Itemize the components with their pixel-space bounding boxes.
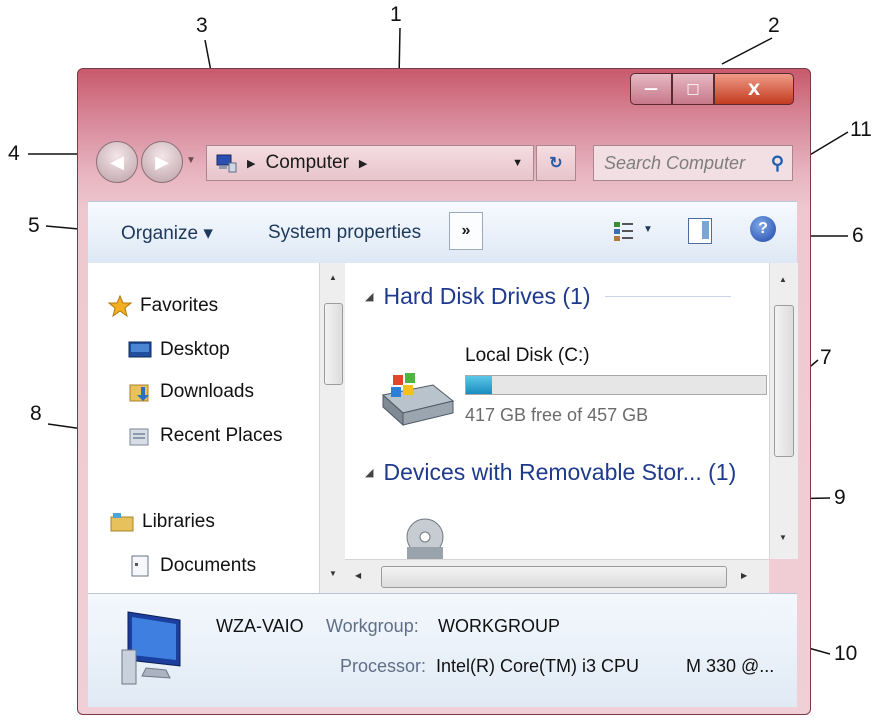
minimize-button[interactable]: — (630, 73, 672, 105)
content-scrollbar[interactable]: ▲ ▼ (769, 263, 798, 559)
content-pane: ◢ Hard Disk Drives (1) Local Disk (C:) 4… (345, 263, 769, 559)
callout-2: 2 (768, 14, 780, 37)
star-icon (107, 294, 133, 318)
maximize-button[interactable]: □ (672, 73, 714, 105)
scroll-up-icon[interactable]: ▲ (329, 273, 337, 282)
navigation-pane: Favorites Desktop Downloads Recent Place… (88, 263, 319, 593)
refresh-button[interactable]: ↻ (536, 145, 576, 181)
drive-free-space: 417 GB free of 457 GB (465, 405, 649, 425)
drive-usage-bar (465, 375, 767, 395)
command-bar: Organize ▾ System properties » ▼ ? (88, 201, 797, 265)
callout-11: 11 (850, 118, 872, 141)
scrollbar-thumb[interactable] (381, 566, 727, 588)
change-view-icon[interactable] (613, 220, 635, 242)
workgroup-label: Workgroup: (326, 616, 419, 636)
horizontal-scrollbar[interactable]: ◀ ▶ (345, 559, 769, 594)
nav-label: Favorites (140, 295, 219, 316)
nav-item-downloads[interactable]: Downloads (128, 381, 254, 403)
scroll-down-icon[interactable]: ▼ (329, 569, 337, 578)
callout-3: 3 (196, 14, 208, 37)
desktop-icon (128, 339, 152, 361)
breadcrumb-computer[interactable]: Computer (265, 152, 348, 174)
details-pane: WZA-VAIO Workgroup: WORKGROUP Processor:… (88, 593, 797, 707)
preview-pane-icon[interactable] (688, 218, 712, 244)
computer-icon (215, 153, 237, 173)
downloads-icon (128, 381, 152, 403)
nav-label: Libraries (142, 511, 215, 532)
group-title: Devices with Removable Stor... (1) (383, 459, 737, 485)
scroll-down-icon[interactable]: ▼ (779, 533, 787, 542)
refresh-icon: ↻ (549, 155, 563, 172)
more-commands-button[interactable]: » (449, 212, 483, 250)
nav-item-libraries[interactable]: Libraries (110, 511, 215, 533)
scrollbar-thumb[interactable] (774, 305, 794, 457)
callout-5: 5 (28, 214, 40, 237)
callout-9: 9 (834, 486, 846, 509)
caption-buttons: — □ X (630, 73, 801, 107)
navigation-pane-scrollbar[interactable]: ▲ ▼ (319, 263, 346, 593)
view-dropdown-icon[interactable]: ▼ (643, 224, 653, 235)
explorer-window: — □ X ◀ ▶ ▼ ▶ Computer ▶ ▼ ↻ Search Comp… (77, 68, 811, 715)
libraries-icon (110, 511, 134, 533)
search-input[interactable]: Search Computer (604, 153, 745, 174)
system-properties-button[interactable]: System properties (268, 222, 421, 244)
group-header-removable-storage[interactable]: ◢ Devices with Removable Stor... (1) (365, 459, 736, 486)
scroll-left-icon[interactable]: ◀ (355, 571, 361, 580)
callout-10: 10 (834, 642, 858, 665)
processor-label: Processor: (340, 656, 427, 676)
nav-item-desktop[interactable]: Desktop (128, 339, 230, 361)
collapse-triangle-icon[interactable]: ◢ (365, 466, 373, 479)
hard-drive-icon (381, 373, 455, 427)
forward-arrow-icon: ▶ (155, 151, 169, 172)
callout-1: 1 (390, 3, 402, 26)
leader-2 (721, 37, 773, 65)
dvd-drive-icon[interactable] (405, 517, 445, 559)
breadcrumb-arrow-icon[interactable]: ▶ (359, 157, 367, 170)
nav-item-favorites[interactable]: Favorites (107, 294, 219, 318)
collapse-triangle-icon[interactable]: ◢ (365, 290, 373, 303)
group-header-hard-disk-drives[interactable]: ◢ Hard Disk Drives (1) (365, 283, 731, 310)
search-box[interactable]: Search Computer ⚲ (593, 145, 793, 181)
nav-item-recent-places[interactable]: Recent Places (128, 425, 283, 447)
back-button[interactable]: ◀ (96, 141, 138, 183)
nav-label: Documents (160, 555, 257, 576)
forward-button[interactable]: ▶ (141, 141, 183, 183)
drive-usage-fill (466, 376, 493, 394)
group-title: Hard Disk Drives (1) (383, 283, 591, 309)
close-button[interactable]: X (714, 73, 794, 105)
help-button[interactable]: ? (750, 216, 776, 242)
back-arrow-icon: ◀ (110, 151, 124, 172)
scroll-up-icon[interactable]: ▲ (779, 275, 787, 284)
group-divider (604, 296, 731, 297)
workgroup-value: WORKGROUP (438, 616, 561, 636)
scrollbar-thumb[interactable] (324, 303, 343, 385)
callout-4: 4 (8, 142, 20, 165)
recent-pages-dropdown-icon[interactable]: ▼ (186, 155, 196, 166)
callout-8: 8 (30, 402, 42, 425)
drive-name: Local Disk (C:) (465, 345, 590, 366)
scroll-right-icon[interactable]: ▶ (741, 571, 747, 580)
nav-label: Recent Places (160, 425, 283, 446)
organize-menu[interactable]: Organize ▾ (121, 222, 213, 245)
address-dropdown-icon[interactable]: ▼ (512, 157, 523, 169)
nav-label: Desktop (160, 339, 230, 360)
processor-value-continued: M 330 @... (686, 656, 775, 676)
nav-label: Downloads (160, 381, 254, 402)
nav-item-documents[interactable]: Documents (128, 555, 256, 577)
documents-icon (128, 555, 152, 577)
callout-7: 7 (820, 346, 832, 369)
address-bar[interactable]: ▶ Computer ▶ ▼ (206, 145, 534, 181)
computer-name: WZA-VAIO (216, 616, 304, 636)
search-icon[interactable]: ⚲ (771, 153, 784, 174)
recent-places-icon (128, 425, 152, 447)
callout-6: 6 (852, 224, 864, 247)
computer-icon (121, 611, 181, 685)
breadcrumb-arrow-icon[interactable]: ▶ (247, 157, 255, 170)
processor-value: Intel(R) Core(TM) i3 CPU (436, 656, 640, 676)
